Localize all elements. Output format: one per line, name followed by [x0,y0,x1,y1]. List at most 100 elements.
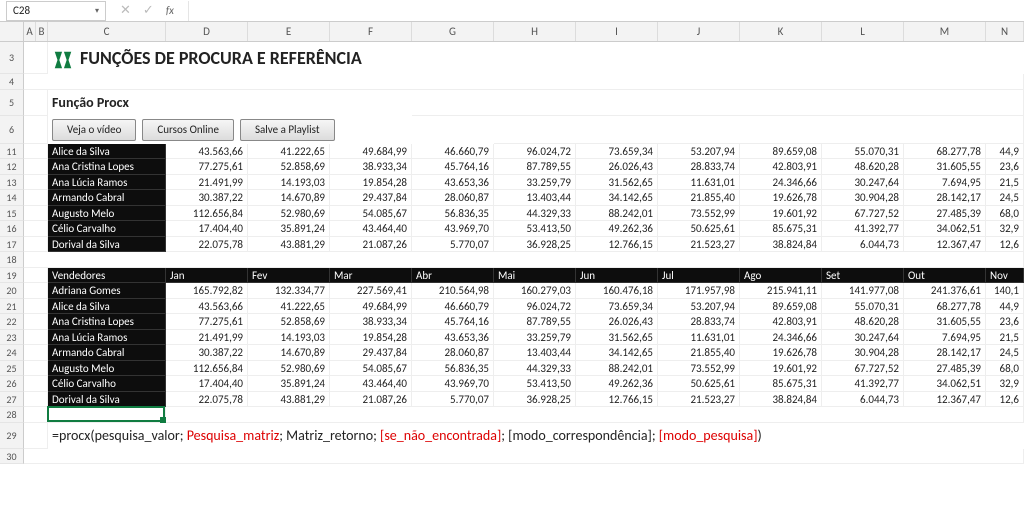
value-cell[interactable]: 42.803,91 [740,159,822,175]
cell[interactable] [24,237,48,253]
table-header[interactable]: Nov [986,268,1024,284]
value-cell[interactable]: 17.404,40 [166,376,248,392]
value-cell[interactable]: 35.891,24 [248,221,330,237]
column-header-N[interactable]: N [986,22,1024,41]
value-cell[interactable]: 215.941,11 [740,283,822,299]
value-cell[interactable]: 12,6 [986,237,1024,253]
value-cell[interactable]: 42.803,91 [740,314,822,330]
row-header[interactable]: 6 [0,116,24,144]
vendor-name[interactable]: Dorival da Silva [48,392,166,408]
value-cell[interactable]: 28.833,74 [658,314,740,330]
value-cell[interactable]: 132.334,77 [248,283,330,299]
cell[interactable] [24,175,48,191]
value-cell[interactable]: 55.070,31 [822,144,904,160]
value-cell[interactable]: 87.789,55 [494,159,576,175]
table-header[interactable]: Fev [248,268,330,284]
table-header[interactable]: Mai [494,268,576,284]
value-cell[interactable]: 52.980,69 [248,206,330,222]
cell[interactable] [24,423,48,449]
value-cell[interactable]: 50.625,61 [658,376,740,392]
value-cell[interactable]: 45.764,16 [412,314,494,330]
vendor-name[interactable]: Armando Cabral [48,345,166,361]
value-cell[interactable]: 160.476,18 [576,283,658,299]
value-cell[interactable]: 34.062,51 [904,221,986,237]
value-cell[interactable]: 56.836,35 [412,206,494,222]
row-header[interactable]: 23 [0,330,24,346]
row-header[interactable]: 11 [0,144,24,160]
row-header[interactable]: 13 [0,175,24,191]
vendor-name[interactable]: Célio Carvalho [48,221,166,237]
value-cell[interactable]: 19.601,92 [740,206,822,222]
value-cell[interactable]: 85.675,31 [740,376,822,392]
value-cell[interactable]: 73.659,34 [576,144,658,160]
value-cell[interactable]: 38.824,84 [740,392,822,408]
value-cell[interactable]: 30.247,64 [822,330,904,346]
vendor-name[interactable]: Alice da Silva [48,299,166,315]
value-cell[interactable]: 160.279,03 [494,283,576,299]
value-cell[interactable]: 28.142,17 [904,190,986,206]
value-cell[interactable]: 53.413,50 [494,221,576,237]
value-cell[interactable]: 141.977,08 [822,283,904,299]
value-cell[interactable]: 21,5 [986,330,1024,346]
value-cell[interactable]: 31.605,55 [904,314,986,330]
value-cell[interactable]: 21.855,40 [658,190,740,206]
value-cell[interactable]: 12.367,47 [904,237,986,253]
value-cell[interactable]: 30.387,22 [166,345,248,361]
value-cell[interactable]: 30.387,22 [166,190,248,206]
column-header-E[interactable]: E [248,22,330,41]
value-cell[interactable]: 14.670,89 [248,345,330,361]
value-cell[interactable]: 54.085,67 [330,206,412,222]
value-cell[interactable]: 24,5 [986,345,1024,361]
value-cell[interactable]: 43.881,29 [248,237,330,253]
value-cell[interactable]: 73.552,99 [658,206,740,222]
value-cell[interactable]: 43.464,40 [330,376,412,392]
cell[interactable] [24,74,1024,90]
value-cell[interactable]: 171.957,98 [658,283,740,299]
value-cell[interactable]: 49.684,99 [330,144,412,160]
value-cell[interactable]: 22.075,78 [166,237,248,253]
value-cell[interactable]: 32,9 [986,376,1024,392]
value-cell[interactable]: 88.242,01 [576,206,658,222]
row-header[interactable]: 20 [0,283,24,299]
value-cell[interactable]: 28.142,17 [904,345,986,361]
cell-C28[interactable] [48,407,166,423]
chevron-down-icon[interactable]: ▾ [95,6,99,16]
value-cell[interactable]: 54.085,67 [330,361,412,377]
vendor-name[interactable]: Alice da Silva [48,144,166,160]
value-cell[interactable]: 43.653,36 [412,175,494,191]
value-cell[interactable]: 68.277,78 [904,299,986,315]
value-cell[interactable]: 77.275,61 [166,314,248,330]
value-cell[interactable]: 29.437,84 [330,345,412,361]
value-cell[interactable]: 28.833,74 [658,159,740,175]
value-cell[interactable]: 21.491,99 [166,175,248,191]
cursos-button[interactable]: Cursos Online [142,119,234,141]
value-cell[interactable]: 19.601,92 [740,361,822,377]
value-cell[interactable]: 46.660,79 [412,299,494,315]
table-header[interactable]: Jun [576,268,658,284]
value-cell[interactable]: 23,6 [986,314,1024,330]
value-cell[interactable]: 53.207,94 [658,144,740,160]
column-header-K[interactable]: K [740,22,822,41]
cancel-icon[interactable]: ✕ [120,3,131,18]
value-cell[interactable]: 12.766,15 [576,237,658,253]
value-cell[interactable]: 52.980,69 [248,361,330,377]
value-cell[interactable]: 50.625,61 [658,221,740,237]
vendor-name[interactable]: Armando Cabral [48,190,166,206]
value-cell[interactable]: 27.485,39 [904,361,986,377]
row-header[interactable]: 29 [0,423,24,449]
vendor-name[interactable]: Ana Cristina Lopes [48,159,166,175]
value-cell[interactable]: 44.329,33 [494,206,576,222]
row-header[interactable]: 28 [0,407,24,423]
cell[interactable] [24,283,48,299]
value-cell[interactable]: 14.193,03 [248,175,330,191]
table-header[interactable]: Out [904,268,986,284]
cell[interactable] [24,361,48,377]
cell[interactable] [166,407,1024,423]
value-cell[interactable]: 24.346,66 [740,175,822,191]
cell[interactable] [24,159,48,175]
value-cell[interactable]: 19.854,28 [330,175,412,191]
value-cell[interactable]: 31.562,65 [576,330,658,346]
cell[interactable] [24,206,48,222]
spreadsheet-grid[interactable]: 3FUNÇÕES DE PROCURA E REFERÊNCIA45Função… [0,42,1024,464]
value-cell[interactable]: 21.855,40 [658,345,740,361]
